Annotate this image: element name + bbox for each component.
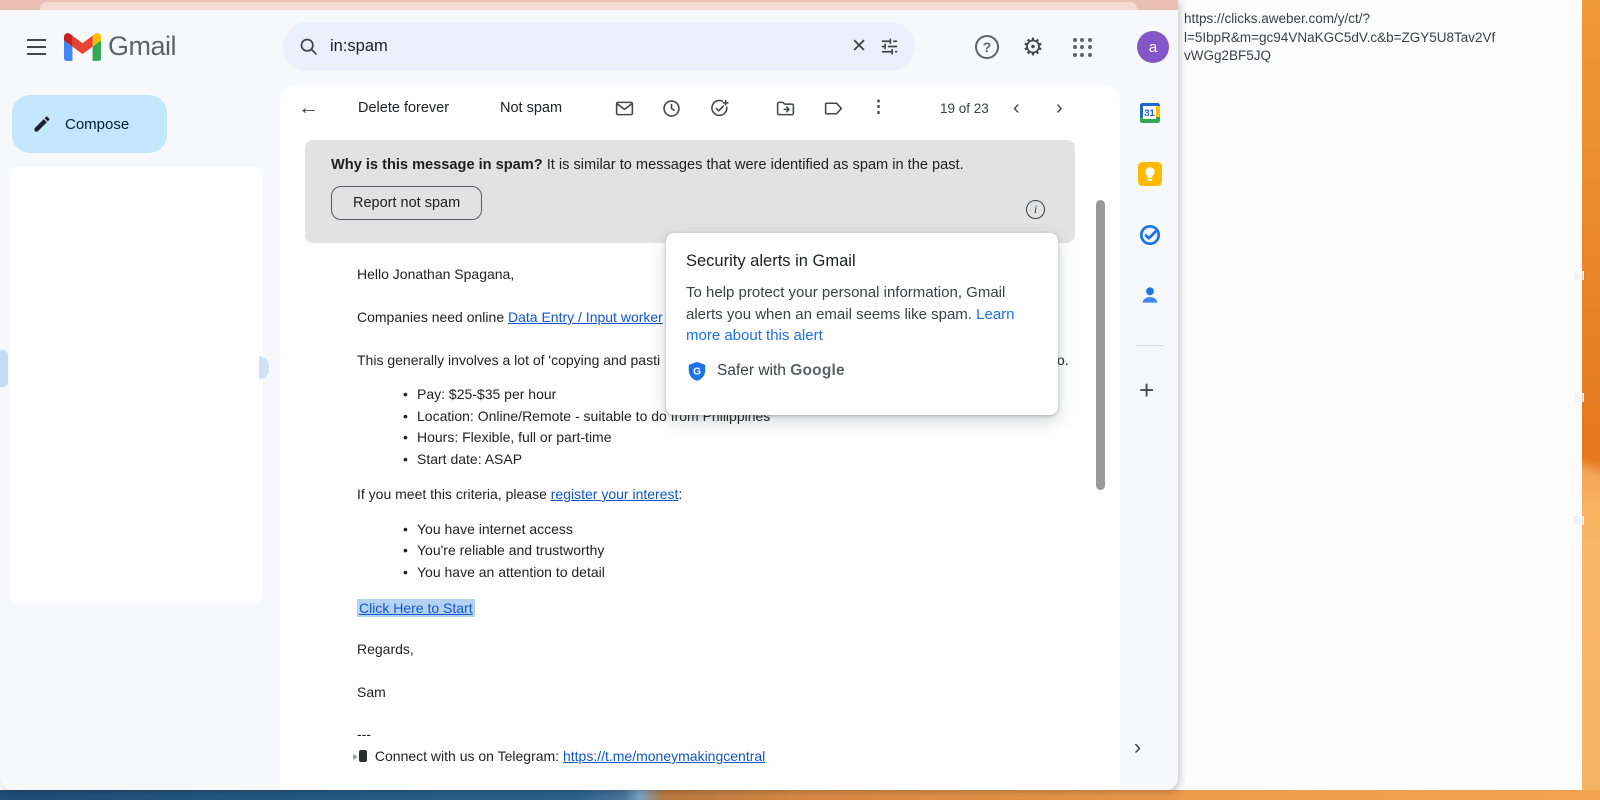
search-icon[interactable] [298,36,319,57]
wallpaper-letter: M [1574,390,1585,405]
more-options-icon[interactable]: ⋮ [870,97,887,117]
side-panel-divider [1136,345,1164,346]
spam-warning-explanation: It is similar to messages that were iden… [543,157,964,173]
telegram-link[interactable]: https://t.me/moneymakingcentral [563,748,765,764]
tasks-icon[interactable] [1138,223,1162,247]
sidebar-selection-indicator [0,350,8,387]
footer-prefix: Connect with us on Telegram: [375,748,563,764]
contacts-icon[interactable] [1138,283,1162,307]
badge-brand: Google [790,362,845,379]
url-line: l=5IbpR&m=gc94VNaKGC5dV.c&b=ZGY5U8Tav2Vf [1184,29,1540,48]
label-icon[interactable] [823,98,844,119]
google-shield-icon: G [686,360,708,382]
click-here-to-start-link[interactable]: Click Here to Start [357,599,475,617]
email-scrollbar-thumb[interactable] [1096,200,1105,490]
criteria-bullet: You're reliable and trustworthy [417,542,604,558]
job-bullet: Start date: ASAP [417,451,522,467]
older-email-icon[interactable]: › [1056,97,1063,120]
email-intro-prefix: Companies need online [357,309,508,325]
svg-text:G: G [693,366,701,377]
spam-warning-text: Why is this message in spam? It is simil… [331,157,1049,173]
email-detail-line-tail: o. [1057,352,1069,368]
svg-text:31: 31 [1144,108,1155,119]
security-alert-popup: Security alerts in Gmail To help protect… [666,233,1058,415]
back-arrow-icon[interactable]: ← [298,96,319,120]
compose-label: Compose [65,116,129,133]
criteria-suffix: : [678,486,682,502]
safer-with-google-badge: G Safer with Google [686,360,1038,382]
delete-forever-button[interactable]: Delete forever [358,100,449,116]
newer-email-icon[interactable]: ‹ [1013,97,1020,120]
calendar-icon[interactable]: 31 [1138,101,1162,125]
badge-text: Safer with Google [717,362,845,380]
google-apps-grid-icon[interactable] [1068,33,1096,61]
register-interest-link[interactable]: register your interest [551,486,679,502]
browser-window: Gmail ✕ ? ⚙ a Compose ← Delete forever N… [0,0,1178,790]
compose-pencil-icon [32,114,52,134]
background-url-text: https://clicks.aweber.com/y/ct/? l=5IbpR… [1184,10,1540,66]
criteria-bullet: You have internet access [417,521,573,537]
popup-body: To help protect your personal informatio… [686,282,1038,347]
email-footer-line: Connect with us on Telegram: https://t.m… [357,748,765,764]
compose-button[interactable]: Compose [12,95,167,153]
email-closing: Regards, [357,641,414,657]
sidebar-panel [9,167,263,603]
email-detail-line: This generally involves a lot of 'copyin… [357,352,660,368]
search-options-icon[interactable] [879,36,900,57]
not-spam-button[interactable]: Not spam [500,100,562,116]
move-to-folder-icon[interactable] [775,98,796,119]
snooze-clock-icon[interactable] [661,98,682,119]
pagination-count: 19 of 23 [940,101,989,116]
criteria-prefix: If you meet this criteria, please [357,486,551,502]
add-to-tasks-icon[interactable] [709,98,730,119]
main-menu-button[interactable] [24,33,54,61]
browser-active-tab[interactable] [40,2,1137,10]
email-intro-line: Companies need online Data Entry / Input… [357,309,663,325]
cta-link-text[interactable]: Click Here to Start [359,600,473,616]
email-view-card: ← Delete forever Not spam ⋮ 19 of 23 ‹ ›… [280,85,1120,790]
criteria-bullet: You have an attention to detail [417,564,605,580]
desktop-wallpaper-bottom [0,790,1600,800]
spam-warning-question: Why is this message in spam? [331,157,543,173]
url-line: https://clicks.aweber.com/y/ct/? [1184,10,1540,29]
email-greeting: Hello Jonathan Spagana, [357,266,514,282]
job-bullet: Hours: Flexible, full or part-time [417,429,612,445]
side-panel-collapse-icon[interactable]: › [1134,736,1141,760]
keep-icon[interactable] [1138,162,1162,186]
job-bullet: Pay: $25-$35 per hour [417,386,556,402]
help-button[interactable]: ? [973,33,1001,61]
gmail-wordmark: Gmail [108,31,176,62]
url-line: vWGg2BF5JQ [1184,47,1540,66]
email-criteria-line: If you meet this criteria, please regist… [357,486,682,502]
badge-prefix: Safer with [717,362,790,379]
mark-unread-icon[interactable] [614,98,635,119]
search-bar[interactable]: ✕ [283,22,915,71]
sidebar-selection-bump [259,356,269,379]
info-icon[interactable]: i [1026,200,1045,219]
search-input[interactable] [330,37,839,56]
popup-title: Security alerts in Gmail [686,252,1038,271]
browser-tab-strip [0,0,1178,10]
wallpaper-letter: M [1574,268,1585,283]
get-addons-plus-icon[interactable]: + [1139,375,1154,406]
wallpaper-letter: M [1574,513,1585,528]
clear-search-icon[interactable]: ✕ [839,35,879,58]
gmail-logo: Gmail [64,31,176,62]
account-avatar[interactable]: a [1137,31,1169,63]
email-separator: --- [357,726,371,742]
email-signature: Sam [357,684,386,700]
data-entry-link[interactable]: Data Entry / Input worker [508,309,663,325]
popup-body-text: To help protect your personal informatio… [686,284,1005,323]
spam-warning-banner: Why is this message in spam? It is simil… [305,140,1075,243]
gmail-m-icon [64,33,101,61]
phone-emoji-icon [359,750,367,762]
desktop-wallpaper-strip: M M M [1582,0,1600,790]
report-not-spam-button[interactable]: Report not spam [331,186,482,220]
help-icon: ? [975,35,999,59]
settings-gear-icon[interactable]: ⚙ [1019,33,1047,61]
